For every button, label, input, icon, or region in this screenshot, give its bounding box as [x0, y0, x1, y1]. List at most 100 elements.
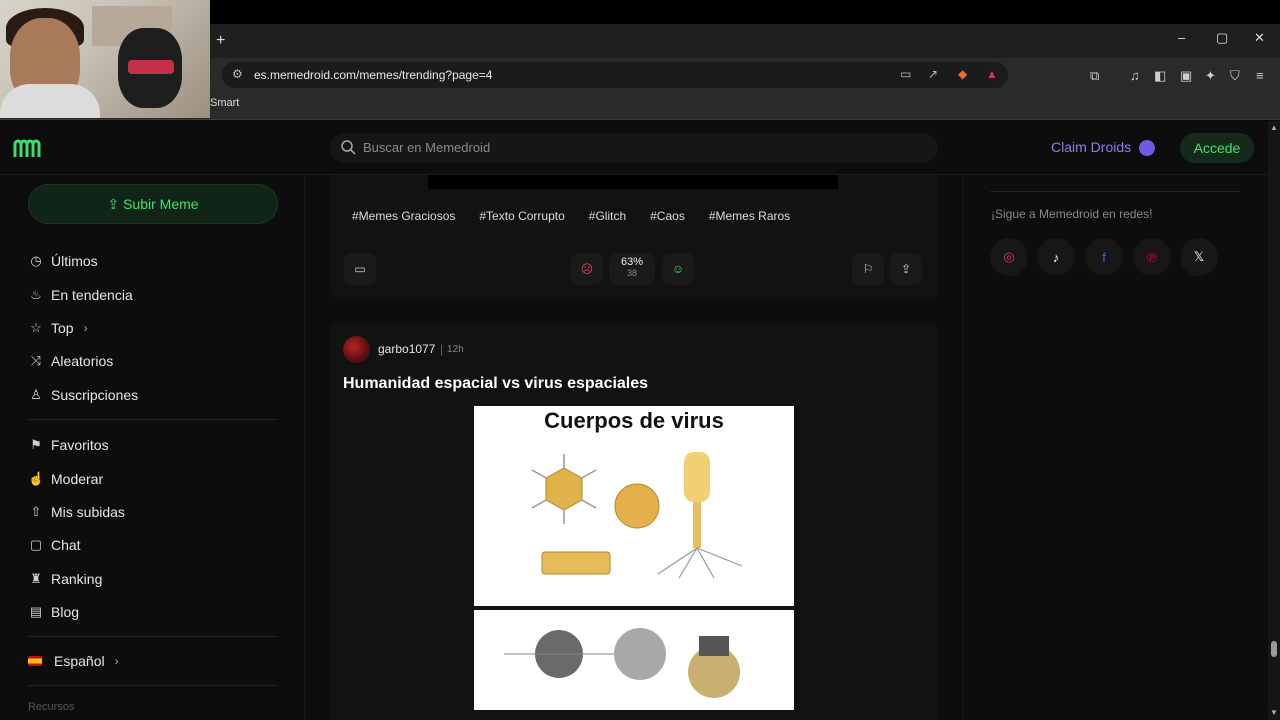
chat-icon: ▢ — [29, 537, 43, 552]
blog-icon: ▤ — [29, 604, 43, 619]
x-icon[interactable]: 𝕏 — [1180, 238, 1218, 276]
site-header: Buscar en Memedroid Claim Droids Accede — [0, 121, 1268, 175]
droid-coin-icon — [1139, 140, 1155, 156]
sidebar-item-latest[interactable]: ◷ Últimos — [28, 249, 98, 273]
scroll-up-arrow-icon[interactable]: ▲ — [1270, 123, 1278, 132]
menu-icon[interactable]: ≡ — [1256, 68, 1264, 83]
pinterest-icon[interactable]: ℗ — [1133, 238, 1171, 276]
share-icon[interactable]: ↗ — [928, 67, 938, 81]
meme-image[interactable] — [474, 610, 794, 710]
upload-icon: ⇪ — [107, 196, 120, 212]
login-button[interactable]: Accede — [1180, 133, 1254, 163]
upload-meme-button[interactable]: ⇪ Subir Meme — [28, 184, 278, 224]
upload-icon: ⇧ — [30, 504, 42, 519]
split-view-icon[interactable]: ◧ — [1154, 68, 1166, 84]
sidebar-item-favorites[interactable]: ⚑ Favoritos — [28, 433, 108, 457]
comments-button[interactable]: ▭ — [344, 253, 376, 285]
tag-link[interactable]: #Texto Corrupto — [479, 209, 564, 223]
post-time: 12h — [447, 344, 464, 355]
sidebar-item-chat[interactable]: ▢ Chat — [28, 533, 81, 557]
meme-feed: #Memes Graciosos #Texto Corrupto #Glitch… — [330, 175, 938, 720]
sidebar-panel-icon[interactable]: ⧉ — [1090, 68, 1099, 84]
scroll-down-arrow-icon[interactable]: ▼ — [1270, 708, 1278, 717]
new-tab-button[interactable]: + — [216, 32, 225, 50]
wallet-icon[interactable]: ▣ — [1180, 68, 1192, 84]
social-follow-text: ¡Sigue a Memedroid en redes! — [991, 207, 1153, 221]
tiktok-icon[interactable]: ♪ — [1037, 238, 1075, 276]
save-button[interactable]: ⚐ — [852, 253, 884, 285]
vpn-icon[interactable]: ⛉ — [1230, 68, 1240, 84]
cast-icon[interactable]: ▭ — [900, 67, 911, 81]
sidebar-item-trending[interactable]: ♨ En tendencia — [28, 283, 133, 307]
satellite-illustration — [504, 628, 740, 698]
sidebar-item-subscriptions[interactable]: ♙ Suscripciones — [28, 383, 138, 407]
meme-title[interactable]: Humanidad espacial vs virus espaciales — [343, 375, 648, 393]
share-button[interactable]: ⇪ — [890, 253, 922, 285]
meme-image-bottom — [428, 175, 838, 189]
sidebar-item-label: Mis subidas — [51, 504, 125, 520]
sidebar-item-label: Últimos — [51, 253, 98, 269]
maximize-button[interactable]: ▢ — [1216, 30, 1228, 46]
sidebar-item-label: Moderar — [51, 471, 104, 487]
chevron-right-icon: › — [114, 654, 119, 668]
sidebar-item-blog[interactable]: ▤ Blog — [28, 600, 79, 624]
sidebar-item-moderate[interactable]: ☝ Moderar — [28, 467, 103, 491]
tag-link[interactable]: #Memes Graciosos — [352, 209, 455, 223]
tag-link[interactable]: #Glitch — [589, 209, 626, 223]
language-selector[interactable]: Español › — [28, 649, 119, 673]
sidebar-item-label: Aleatorios — [51, 353, 114, 369]
meta-separator: | — [440, 342, 444, 356]
facebook-icon[interactable]: f — [1085, 238, 1123, 276]
bookmark-smart[interactable]: Smart — [210, 97, 239, 109]
instagram-icon[interactable]: ◎ — [990, 238, 1028, 276]
virus-illustration — [531, 452, 743, 579]
address-bar[interactable]: ⚙ es.memedroid.com/memes/trending?page=4… — [222, 62, 1008, 88]
tag-link[interactable]: #Caos — [650, 209, 685, 223]
meme-card: #Memes Graciosos #Texto Corrupto #Glitch… — [330, 175, 938, 299]
upload-meme-label: Subir Meme — [123, 196, 199, 212]
sidebar-section-resources: Recursos — [28, 701, 75, 713]
user-icon: ♙ — [30, 387, 42, 402]
sidebar-divider — [28, 419, 278, 420]
url-text[interactable]: es.memedroid.com/memes/trending?page=4 — [254, 68, 492, 82]
site-settings-icon[interactable]: ⚙ — [232, 67, 243, 81]
leo-ai-icon[interactable]: ✦ — [1205, 68, 1216, 84]
minimize-button[interactable]: – — [1178, 30, 1185, 45]
rating-display: 63% 38 — [609, 253, 655, 285]
chevron-right-icon: › — [83, 321, 88, 335]
flame-icon: ♨ — [30, 287, 42, 302]
brave-shields-icon[interactable]: ◆ — [958, 67, 967, 81]
shuffle-icon: ⤨ — [30, 353, 42, 368]
sidebar-item-label: Suscripciones — [51, 387, 139, 403]
page-scrollbar[interactable]: ▲ ▼ — [1268, 121, 1280, 720]
claim-droids-link[interactable]: Claim Droids — [1051, 139, 1131, 155]
sidebar-item-ranking[interactable]: ♜ Ranking — [28, 567, 102, 591]
spain-flag-icon — [28, 656, 42, 666]
brave-rewards-icon[interactable]: ▲ — [986, 67, 998, 81]
close-window-button[interactable]: ✕ — [1254, 30, 1265, 46]
sidebar-item-random[interactable]: ⤨ Aleatorios — [28, 349, 113, 373]
search-input[interactable]: Buscar en Memedroid — [330, 133, 938, 163]
sidebar: ⇪ Subir Meme ◷ Últimos ♨ En tendencia ☆ Top… — [0, 175, 305, 720]
thumbs-up-icon: ☝ — [28, 471, 45, 486]
avatar[interactable] — [343, 336, 370, 363]
scrollbar-thumb[interactable] — [1271, 641, 1277, 657]
sidebar-item-label: Ranking — [51, 571, 103, 587]
sidebar-item-my-uploads[interactable]: ⇧ Mis subidas — [28, 500, 125, 524]
tag-link[interactable]: #Memes Raros — [709, 209, 790, 223]
search-placeholder: Buscar en Memedroid — [363, 140, 491, 155]
media-icon[interactable]: ♫ — [1130, 68, 1140, 83]
sidebar-item-top[interactable]: ☆ Top › — [28, 316, 88, 340]
author-name[interactable]: garbo1077 — [378, 342, 435, 356]
ranking-icon: ♜ — [30, 571, 42, 586]
rating-count: 38 — [626, 268, 637, 278]
like-button[interactable]: ☺ — [662, 253, 694, 285]
sidebar-item-label: Blog — [51, 604, 80, 620]
bookmark-icon: ⚑ — [30, 437, 42, 452]
tag-list: #Memes Graciosos #Texto Corrupto #Glitch… — [352, 209, 790, 223]
search-icon — [341, 140, 356, 155]
memedroid-logo-icon[interactable] — [13, 137, 43, 159]
dislike-button[interactable]: ☹ — [571, 253, 603, 285]
sidebar-item-label: En tendencia — [51, 287, 133, 303]
meme-image[interactable]: Cuerpos de virus — [474, 406, 794, 606]
